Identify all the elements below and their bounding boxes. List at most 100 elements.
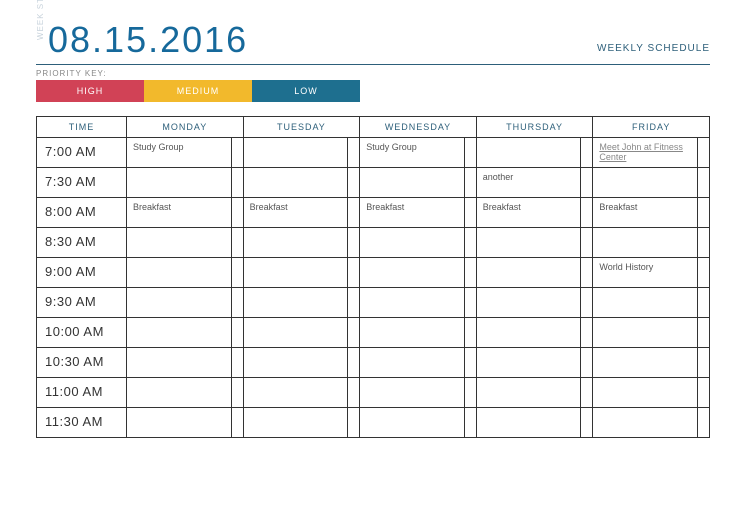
priority-tag-tue[interactable] <box>348 258 360 288</box>
priority-tag-mon[interactable] <box>231 228 243 258</box>
cell-tue[interactable] <box>243 258 348 288</box>
cell-wed[interactable] <box>360 228 465 258</box>
cell-thu[interactable] <box>476 138 581 168</box>
cell-thu[interactable] <box>476 288 581 318</box>
priority-tag-wed[interactable] <box>464 408 476 438</box>
cell-fri[interactable] <box>593 288 698 318</box>
cell-fri[interactable] <box>593 408 698 438</box>
priority-tag-fri[interactable] <box>698 318 710 348</box>
cell-wed[interactable] <box>360 408 465 438</box>
priority-tag-tue[interactable] <box>348 348 360 378</box>
cell-tue[interactable] <box>243 288 348 318</box>
priority-tag-mon[interactable] <box>231 288 243 318</box>
priority-tag-tue[interactable] <box>348 138 360 168</box>
priority-tag-tue[interactable] <box>348 378 360 408</box>
cell-mon[interactable] <box>127 258 232 288</box>
cell-fri[interactable] <box>593 168 698 198</box>
priority-tag-fri[interactable] <box>698 138 710 168</box>
priority-tag-wed[interactable] <box>464 198 476 228</box>
priority-tag-fri[interactable] <box>698 348 710 378</box>
priority-tag-thu[interactable] <box>581 138 593 168</box>
cell-mon[interactable] <box>127 288 232 318</box>
time-cell[interactable]: 7:30 AM <box>37 168 127 198</box>
priority-tag-mon[interactable] <box>231 198 243 228</box>
cell-tue[interactable] <box>243 138 348 168</box>
cell-tue[interactable] <box>243 378 348 408</box>
priority-tag-tue[interactable] <box>348 318 360 348</box>
priority-tag-thu[interactable] <box>581 408 593 438</box>
priority-tag-thu[interactable] <box>581 168 593 198</box>
priority-tag-mon[interactable] <box>231 378 243 408</box>
cell-tue[interactable] <box>243 318 348 348</box>
priority-tag-fri[interactable] <box>698 168 710 198</box>
priority-tag-fri[interactable] <box>698 198 710 228</box>
cell-thu[interactable] <box>476 228 581 258</box>
priority-tag-thu[interactable] <box>581 318 593 348</box>
cell-fri[interactable] <box>593 348 698 378</box>
cell-thu[interactable] <box>476 318 581 348</box>
time-cell[interactable]: 8:30 AM <box>37 228 127 258</box>
cell-fri[interactable] <box>593 318 698 348</box>
priority-tag-thu[interactable] <box>581 198 593 228</box>
cell-thu[interactable] <box>476 378 581 408</box>
priority-tag-fri[interactable] <box>698 228 710 258</box>
cell-fri[interactable] <box>593 378 698 408</box>
priority-tag-tue[interactable] <box>348 168 360 198</box>
priority-tag-fri[interactable] <box>698 288 710 318</box>
priority-tag-mon[interactable] <box>231 138 243 168</box>
cell-tue[interactable] <box>243 168 348 198</box>
priority-tag-thu[interactable] <box>581 348 593 378</box>
priority-tag-thu[interactable] <box>581 228 593 258</box>
cell-mon[interactable] <box>127 408 232 438</box>
cell-wed[interactable] <box>360 378 465 408</box>
priority-tag-tue[interactable] <box>348 198 360 228</box>
time-cell[interactable]: 9:00 AM <box>37 258 127 288</box>
cell-fri[interactable] <box>593 228 698 258</box>
cell-fri[interactable]: Meet John at Fitness Center <box>593 138 698 168</box>
priority-tag-thu[interactable] <box>581 258 593 288</box>
priority-tag-mon[interactable] <box>231 408 243 438</box>
time-cell[interactable]: 11:00 AM <box>37 378 127 408</box>
cell-tue[interactable] <box>243 348 348 378</box>
priority-tag-wed[interactable] <box>464 168 476 198</box>
cell-tue[interactable] <box>243 228 348 258</box>
priority-tag-wed[interactable] <box>464 378 476 408</box>
priority-tag-mon[interactable] <box>231 318 243 348</box>
priority-tag-wed[interactable] <box>464 258 476 288</box>
cell-thu[interactable]: another <box>476 168 581 198</box>
cell-thu[interactable]: Breakfast <box>476 198 581 228</box>
priority-tag-mon[interactable] <box>231 168 243 198</box>
cell-thu[interactable] <box>476 408 581 438</box>
priority-tag-wed[interactable] <box>464 228 476 258</box>
time-cell[interactable]: 11:30 AM <box>37 408 127 438</box>
cell-thu[interactable] <box>476 348 581 378</box>
cell-mon[interactable] <box>127 228 232 258</box>
priority-tag-tue[interactable] <box>348 408 360 438</box>
cell-wed[interactable]: Study Group <box>360 138 465 168</box>
cell-fri[interactable]: World History <box>593 258 698 288</box>
cell-mon[interactable] <box>127 168 232 198</box>
time-cell[interactable]: 10:00 AM <box>37 318 127 348</box>
priority-tag-fri[interactable] <box>698 378 710 408</box>
time-cell[interactable]: 7:00 AM <box>37 138 127 168</box>
priority-tag-fri[interactable] <box>698 408 710 438</box>
time-cell[interactable]: 8:00 AM <box>37 198 127 228</box>
priority-tag-wed[interactable] <box>464 138 476 168</box>
priority-tag-wed[interactable] <box>464 348 476 378</box>
cell-wed[interactable] <box>360 258 465 288</box>
cell-fri[interactable]: Breakfast <box>593 198 698 228</box>
cell-mon[interactable] <box>127 348 232 378</box>
cell-thu[interactable] <box>476 258 581 288</box>
cell-tue[interactable]: Breakfast <box>243 198 348 228</box>
cell-mon[interactable] <box>127 318 232 348</box>
cell-mon[interactable]: Study Group <box>127 138 232 168</box>
time-cell[interactable]: 10:30 AM <box>37 348 127 378</box>
priority-tag-wed[interactable] <box>464 288 476 318</box>
priority-tag-fri[interactable] <box>698 258 710 288</box>
cell-tue[interactable] <box>243 408 348 438</box>
priority-tag-thu[interactable] <box>581 288 593 318</box>
cell-wed[interactable] <box>360 318 465 348</box>
priority-tag-mon[interactable] <box>231 348 243 378</box>
cell-wed[interactable] <box>360 168 465 198</box>
cell-wed[interactable] <box>360 348 465 378</box>
